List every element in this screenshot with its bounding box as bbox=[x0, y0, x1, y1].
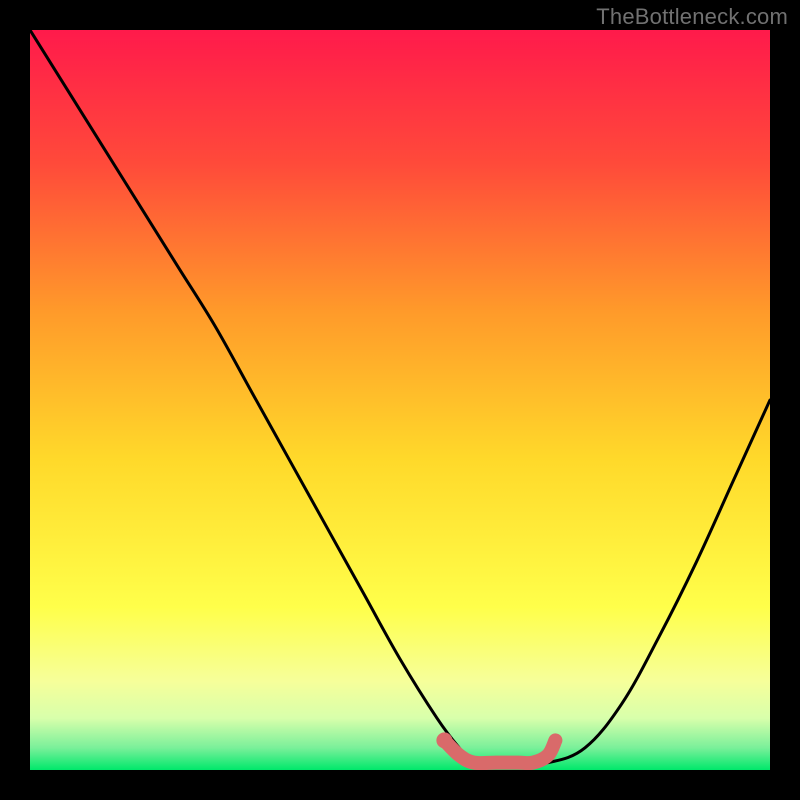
optimal-zone-start-dot bbox=[436, 732, 452, 748]
plot-area bbox=[30, 30, 770, 770]
watermark-text: TheBottleneck.com bbox=[596, 4, 788, 30]
outer-frame: TheBottleneck.com bbox=[0, 0, 800, 800]
chart-svg bbox=[30, 30, 770, 770]
